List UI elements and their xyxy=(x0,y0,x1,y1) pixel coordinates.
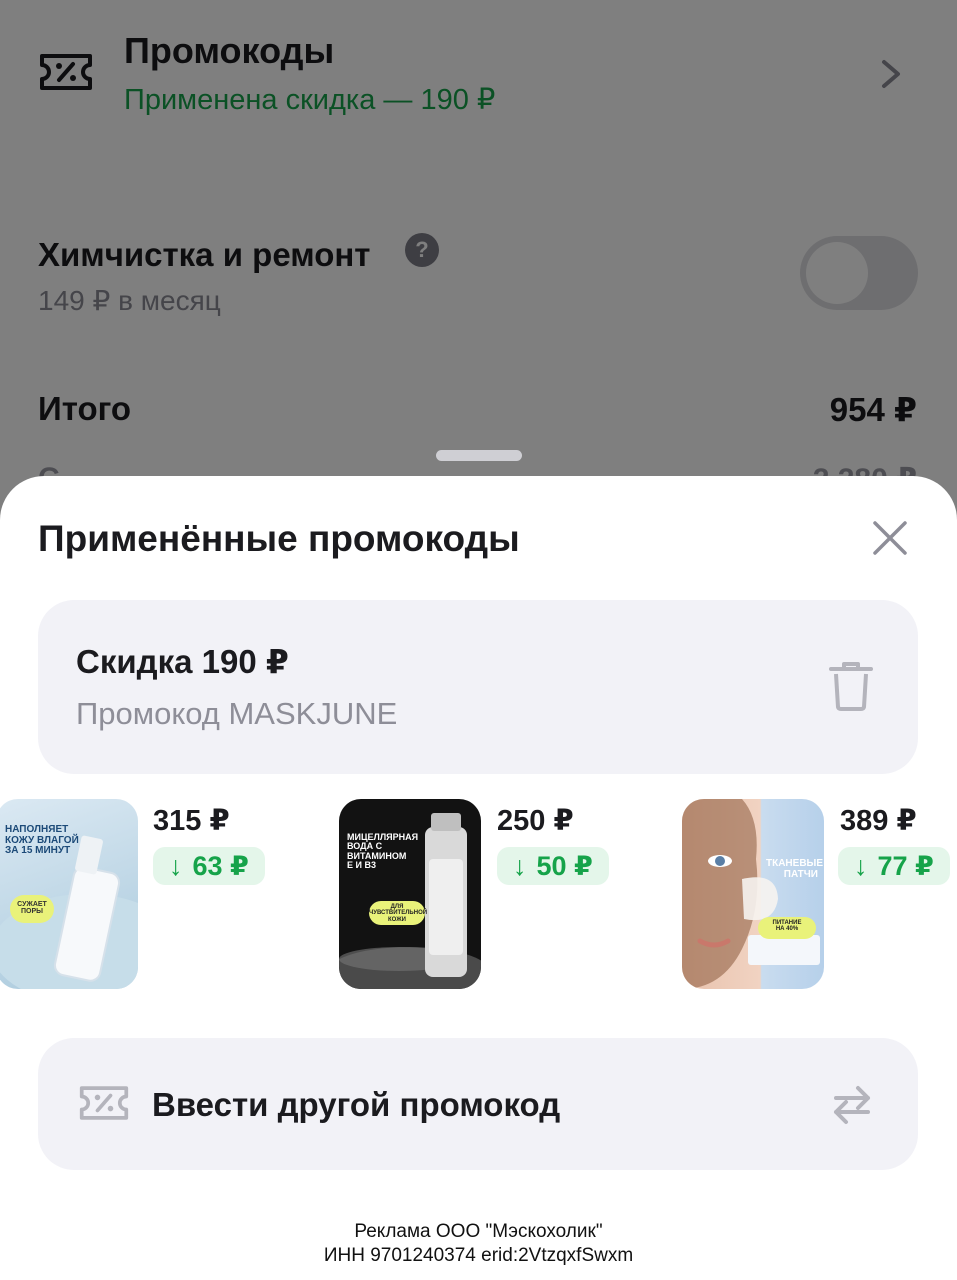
applied-promo-card: Скидка 190 ₽ Промокод MASKJUNE xyxy=(38,600,918,774)
product-price: 389 ₽ xyxy=(840,805,917,837)
ad-disclaimer: Реклама ООО "Мэскохолик" ИНН 9701240374 … xyxy=(0,1220,957,1268)
enter-other-promo-button[interactable]: Ввести другой промокод xyxy=(38,1038,918,1170)
product-saving: 77 ₽ xyxy=(877,851,934,881)
arrow-down-icon: ↓ xyxy=(854,851,868,881)
sheet-title: Применённые промокоды xyxy=(38,518,520,559)
close-icon[interactable] xyxy=(872,520,908,556)
swap-arrows-icon xyxy=(834,1086,870,1124)
product-card[interactable]: МИЦЕЛЛЯРНАЯ ВОДА С ВИТАМИНОМ Е И В3 ДЛЯ … xyxy=(339,799,619,991)
trash-icon[interactable] xyxy=(828,660,874,712)
product-card[interactable]: НАПОЛНЯЕТ КОЖУ ВЛАГОЙ ЗА 15 МИНУТ СУЖАЕТ… xyxy=(0,799,276,991)
product-saving-badge: ↓ 63 ₽ xyxy=(153,847,265,885)
product-price: 315 ₽ xyxy=(153,805,230,837)
product-saving-badge: ↓ 50 ₽ xyxy=(497,847,609,885)
enter-other-promo-label: Ввести другой промокод xyxy=(152,1086,561,1123)
product-card[interactable]: ТКАНЕВЫЕ ПАТЧИ ПИТАНИЕ НА 40% 389 ₽ ↓ 77 … xyxy=(682,799,957,991)
sheet-grabber[interactable] xyxy=(436,450,522,461)
product-saving: 50 ₽ xyxy=(536,851,593,881)
arrow-down-icon: ↓ xyxy=(169,851,183,881)
product-price: 250 ₽ xyxy=(497,805,574,837)
applied-promos-sheet: Применённые промокоды Скидка 190 ₽ Промо… xyxy=(0,476,957,1280)
product-illustration xyxy=(682,799,820,989)
arrow-down-icon: ↓ xyxy=(513,851,527,881)
ad-line-1: Реклама ООО "Мэскохолик" xyxy=(354,1221,603,1242)
product-image: ТКАНЕВЫЕ ПАТЧИ ПИТАНИЕ НА 40% xyxy=(682,799,824,989)
product-image-badge: ПИТАНИЕ НА 40% xyxy=(758,917,816,939)
ticket-percent-icon xyxy=(79,1086,129,1120)
product-image-badge: СУЖАЕТ ПОРЫ xyxy=(10,895,54,923)
promo-code-label: Промокод MASKJUNE xyxy=(76,696,398,731)
product-saving-badge: ↓ 77 ₽ xyxy=(838,847,950,885)
product-image-caption: МИЦЕЛЛЯРНАЯ ВОДА С ВИТАМИНОМ Е И В3 xyxy=(347,832,419,871)
product-illustration xyxy=(339,813,481,989)
product-saving: 63 ₽ xyxy=(192,851,249,881)
ad-line-2: ИНН 9701240374 erid:2VtzqxfSwxm xyxy=(323,1245,634,1266)
discount-amount: Скидка 190 ₽ xyxy=(76,643,289,680)
product-image: МИЦЕЛЛЯРНАЯ ВОДА С ВИТАМИНОМ Е И В3 ДЛЯ … xyxy=(339,799,481,989)
product-image-caption: НАПОЛНЯЕТ КОЖУ ВЛАГОЙ ЗА 15 МИНУТ xyxy=(5,824,79,856)
dim-overlay[interactable] xyxy=(0,0,957,520)
product-image: НАПОЛНЯЕТ КОЖУ ВЛАГОЙ ЗА 15 МИНУТ СУЖАЕТ… xyxy=(0,799,138,989)
product-image-badge: ДЛЯ ЧУВСТВИТЕЛЬНОЙ КОЖИ xyxy=(369,901,427,925)
product-image-caption: ТКАНЕВЫЕ ПАТЧИ xyxy=(766,858,824,880)
